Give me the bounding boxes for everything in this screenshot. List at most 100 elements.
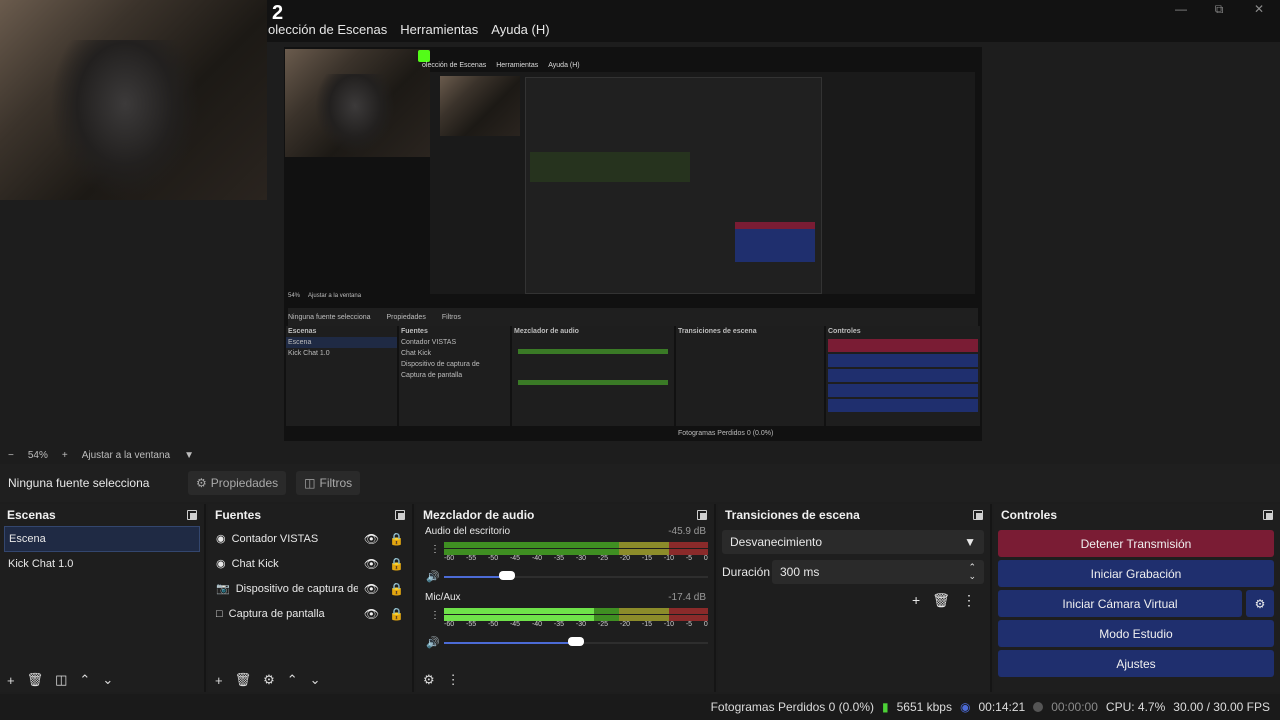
filter-icon[interactable]: ◫ [55, 672, 67, 688]
spin-arrows-icon[interactable]: ⌃ ⌄ [968, 563, 976, 581]
menu-help[interactable]: Ayuda (H) [491, 22, 549, 37]
undock-icon[interactable] [187, 510, 197, 520]
lock-icon[interactable]: 🔒 [389, 607, 404, 621]
undock-icon[interactable] [1263, 510, 1273, 520]
lock-icon[interactable]: 🔒 [389, 532, 404, 546]
eye-icon[interactable]: 👁 [364, 532, 379, 546]
channel-name: Audio del escritorio [425, 526, 511, 537]
zoom-out-button[interactable]: − [8, 450, 14, 461]
transitions-title: Transiciones de escena [725, 508, 860, 522]
speaker-icon[interactable]: 🔊 [426, 636, 440, 649]
nested-menu-1: olección de Escenas [422, 62, 487, 69]
filter-icon: ◫ [304, 476, 316, 490]
nested-menu-2: Herramientas [496, 62, 539, 69]
add-icon[interactable]: + [912, 592, 920, 609]
chevron-up-icon[interactable]: ⌃ [79, 672, 90, 688]
volume-slider[interactable] [444, 637, 708, 646]
volume-slider[interactable] [444, 571, 708, 580]
trash-icon[interactable]: 🗑 [27, 672, 44, 688]
mixer-channel-mic: Mic/Aux -17.4 dB ⋮ -60 -55 -50 -45 -40 -35 -30… [416, 592, 714, 658]
duration-value: 300 ms [780, 565, 820, 579]
trash-icon[interactable]: 🗑 [235, 672, 252, 688]
undock-icon[interactable] [697, 510, 707, 520]
lock-icon[interactable]: 🔒 [389, 582, 404, 596]
undock-icon[interactable] [395, 510, 405, 520]
close-icon[interactable]: ✕ [1244, 2, 1274, 18]
minimize-icon[interactable]: — [1166, 2, 1196, 18]
source-name: Captura de pantalla [228, 607, 325, 620]
source-item[interactable]: □ Captura de pantalla 👁 🔒 [208, 601, 412, 626]
properties-bar: Ninguna fuente selecciona ⚙ Propiedades ◫… [0, 464, 1280, 502]
start-recording-button[interactable]: Iniciar Grabación [998, 560, 1274, 587]
channel-db: -45.9 dB [668, 526, 706, 537]
settings-button[interactable]: Ajustes [998, 650, 1274, 677]
source-name: Chat Kick [231, 557, 279, 570]
zoom-in-button[interactable]: + [62, 450, 68, 461]
eye-icon[interactable]: 👁 [364, 607, 379, 621]
source-item[interactable]: 📷 Dispositivo de captura de 👁 🔒 [208, 576, 412, 601]
source-item[interactable]: ◉ Chat Kick 👁 🔒 [208, 551, 412, 576]
chevron-down-icon: ▼ [964, 535, 976, 549]
chevron-down-icon[interactable]: ⌄ [310, 672, 321, 688]
filters-button[interactable]: ◫ Filtros [296, 471, 361, 495]
speaker-icon[interactable]: 🔊 [426, 570, 440, 583]
duration-spinbox[interactable]: 300 ms ⌃ ⌄ [772, 560, 984, 584]
more-options-icon[interactable]: ⋮ [430, 610, 440, 621]
nested-src-1: Contador VISTAS [401, 339, 457, 346]
nested-scenes-title: Escenas [288, 328, 317, 335]
record-icon [1033, 702, 1044, 712]
more-options-icon[interactable]: ⋮ [962, 592, 976, 609]
duration-label: Duración [722, 565, 771, 579]
properties-label: Propiedades [210, 476, 279, 490]
studio-mode-button[interactable]: Modo Estudio [998, 620, 1274, 647]
nested-no-source: Ninguna fuente selecciona [288, 313, 371, 321]
transitions-dock: Transiciones de escena Desvanecimiento ▼ … [718, 504, 992, 692]
transition-select[interactable]: Desvanecimiento ▼ [722, 530, 984, 554]
gear-icon[interactable]: ⚙ [263, 672, 275, 688]
camera-capture [0, 0, 267, 200]
source-name: Dispositivo de captura de [235, 582, 358, 595]
cpu-usage: CPU: 4.7% [1105, 700, 1166, 714]
menu-scene-collection[interactable]: olección de Escenas [268, 22, 387, 37]
nested-mixer-title: Mezclador de audio [514, 328, 579, 335]
restore-icon[interactable]: ⧉ [1204, 2, 1234, 18]
nested-fit: Ajustar a la ventana [308, 293, 362, 299]
bitrate: 5651 kbps [896, 700, 952, 714]
live-time: 00:14:21 [978, 700, 1026, 714]
sources-dock: Fuentes ◉ Contador VISTAS 👁 🔒 ◉ Chat Kick… [208, 504, 414, 692]
nested-menu-3: Ayuda (H) [548, 62, 580, 69]
more-options-icon[interactable]: ⋮ [447, 672, 460, 688]
source-item[interactable]: ◉ Contador VISTAS 👁 🔒 [208, 526, 412, 551]
fit-to-window[interactable]: Ajustar a la ventana [82, 450, 170, 461]
stop-streaming-button[interactable]: Detener Transmisión [998, 530, 1274, 557]
controls-title: Controles [1001, 508, 1058, 522]
nested-ctrl-title: Controles [828, 328, 861, 335]
scenes-title: Escenas [7, 508, 56, 522]
zoom-bar: − 54% + Ajustar a la ventana ▼ [0, 446, 1280, 464]
scene-item-kick-chat[interactable]: Kick Chat 1.0 [0, 552, 204, 576]
nested-scene-2: Kick Chat 1.0 [288, 350, 330, 357]
add-icon[interactable]: + [7, 673, 15, 688]
scene-item-escena[interactable]: Escena [4, 526, 200, 552]
trash-icon[interactable]: 🗑 [932, 592, 950, 609]
filters-label: Filtros [319, 476, 353, 490]
chevron-down-icon[interactable]: ▼ [184, 450, 194, 461]
nested-trans-title: Transiciones de escena [678, 328, 757, 335]
broadcast-icon: ◉ [959, 700, 971, 714]
chevron-up-icon[interactable]: ⌃ [287, 672, 298, 688]
gear-icon[interactable]: ⚙ [423, 672, 435, 688]
nested-src-3: Dispositivo de captura de [401, 361, 480, 368]
add-icon[interactable]: + [215, 673, 223, 688]
gear-icon[interactable]: ⚙ [1246, 590, 1274, 617]
zoom-level: 54% [27, 449, 48, 461]
lock-icon[interactable]: 🔒 [389, 557, 404, 571]
eye-icon[interactable]: 👁 [364, 582, 379, 596]
properties-button[interactable]: ⚙ Propiedades [188, 471, 287, 495]
record-time: 00:00:00 [1051, 700, 1098, 714]
undock-icon[interactable] [973, 510, 983, 520]
eye-icon[interactable]: 👁 [364, 557, 379, 571]
more-options-icon[interactable]: ⋮ [430, 544, 440, 555]
menu-tools[interactable]: Herramientas [400, 22, 478, 37]
chevron-down-icon[interactable]: ⌄ [102, 672, 113, 688]
start-virtual-camera-button[interactable]: Iniciar Cámara Virtual [998, 590, 1242, 617]
